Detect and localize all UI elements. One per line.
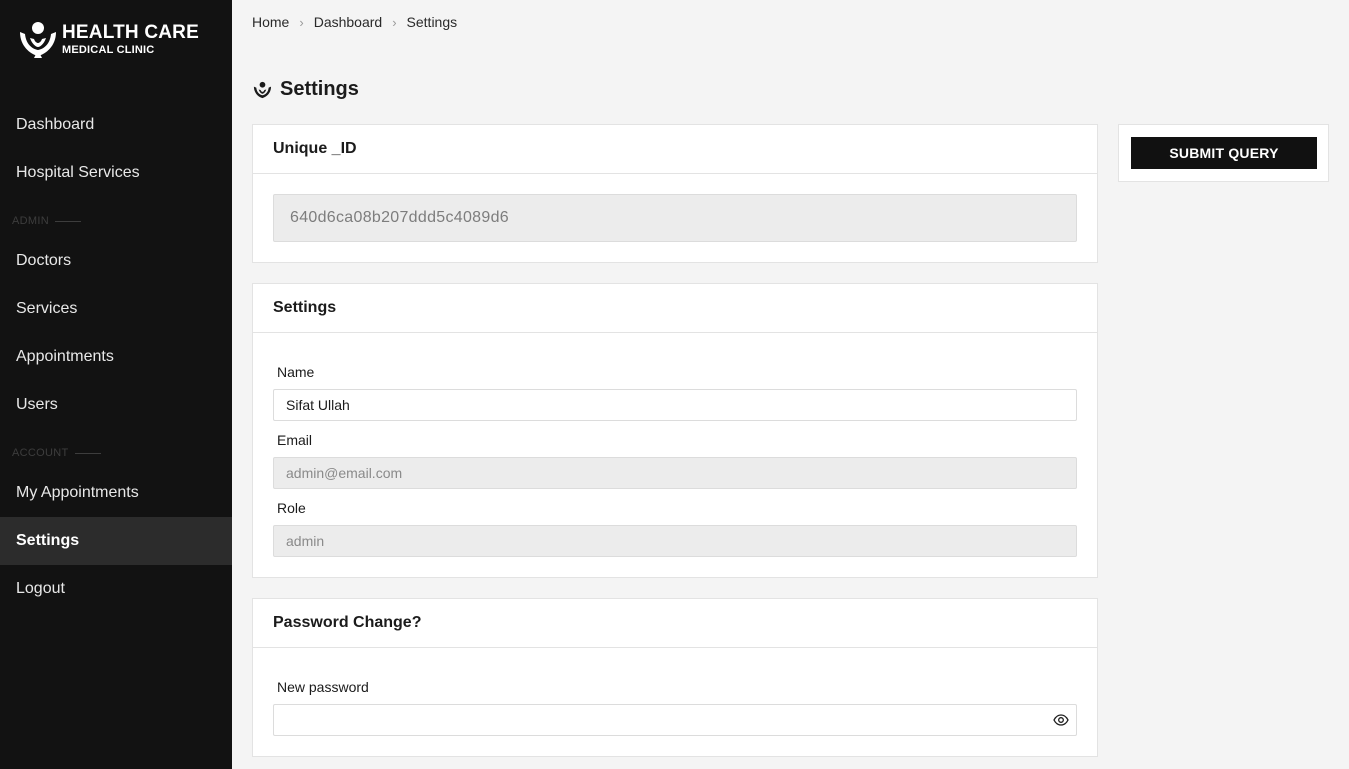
sidebar-item-label: Doctors bbox=[16, 252, 72, 269]
sidebar-item-label: Appointments bbox=[16, 348, 114, 365]
sidebar-item-label: Hospital Services bbox=[16, 164, 140, 181]
breadcrumb-home-link[interactable]: Home bbox=[252, 14, 289, 30]
breadcrumb: Home › Dashboard › Settings bbox=[252, 14, 457, 30]
sidebar-item-appointments[interactable]: Appointments bbox=[0, 333, 232, 381]
sidebar: HEALTH CARE MEDICAL CLINIC Dashboard Hos… bbox=[0, 0, 232, 769]
sidebar-item-label: Users bbox=[16, 396, 58, 413]
sidebar-item-label: My Appointments bbox=[16, 484, 139, 501]
caring-hands-logo-icon bbox=[20, 22, 56, 58]
new-password-wrapper bbox=[273, 704, 1077, 736]
new-password-input[interactable] bbox=[273, 704, 1077, 736]
unique-id-card: Unique _ID 640d6ca08b207ddd5c4089d6 bbox=[252, 124, 1098, 263]
breadcrumb-dashboard-link[interactable]: Dashboard bbox=[314, 14, 383, 30]
sidebar-section-account: ACCOUNT bbox=[12, 447, 101, 459]
settings-card-header: Settings bbox=[253, 284, 1097, 333]
name-label: Name bbox=[277, 364, 315, 380]
brand-subtitle: MEDICAL CLINIC bbox=[62, 43, 155, 56]
email-label: Email bbox=[277, 432, 313, 448]
sidebar-item-dashboard[interactable]: Dashboard bbox=[0, 101, 232, 149]
page-title: Settings bbox=[280, 78, 359, 100]
brand-logo-link[interactable]: HEALTH CARE MEDICAL CLINIC bbox=[16, 18, 199, 60]
unique-id-field: 640d6ca08b207ddd5c4089d6 bbox=[273, 194, 1077, 242]
sidebar-item-label: Dashboard bbox=[16, 116, 95, 133]
chevron-right-icon: › bbox=[299, 14, 304, 30]
unique-id-card-header: Unique _ID bbox=[253, 125, 1097, 174]
caring-hands-icon bbox=[253, 81, 272, 98]
password-change-card: Password Change? New password bbox=[252, 598, 1098, 757]
page-title-row: Settings bbox=[252, 78, 359, 101]
sidebar-item-users[interactable]: Users bbox=[0, 381, 232, 429]
sidebar-item-label: Settings bbox=[16, 532, 80, 549]
sidebar-item-label: Services bbox=[16, 300, 78, 317]
email-input bbox=[273, 457, 1077, 489]
sidebar-item-services[interactable]: Services bbox=[0, 285, 232, 333]
submit-query-button[interactable]: SUBMIT QUERY bbox=[1131, 137, 1317, 169]
sidebar-item-logout[interactable]: Logout bbox=[0, 565, 232, 613]
sidebar-item-label: Logout bbox=[16, 580, 65, 597]
settings-card: Settings Name Email Role bbox=[252, 283, 1098, 578]
role-input bbox=[273, 525, 1077, 557]
password-card-header: Password Change? bbox=[253, 599, 1097, 648]
name-input[interactable] bbox=[273, 389, 1077, 421]
new-password-label: New password bbox=[277, 679, 369, 695]
eye-icon[interactable] bbox=[1053, 712, 1069, 728]
chevron-right-icon: › bbox=[392, 14, 397, 30]
sidebar-item-doctors[interactable]: Doctors bbox=[0, 237, 232, 285]
role-label: Role bbox=[277, 500, 306, 516]
sidebar-item-hospital-services[interactable]: Hospital Services bbox=[0, 149, 232, 197]
submit-card: SUBMIT QUERY bbox=[1118, 124, 1329, 182]
brand-title: HEALTH CARE bbox=[62, 21, 199, 43]
sidebar-item-my-appointments[interactable]: My Appointments bbox=[0, 469, 232, 517]
breadcrumb-current: Settings bbox=[406, 14, 458, 30]
sidebar-section-admin: ADMIN bbox=[12, 215, 81, 227]
sidebar-item-settings[interactable]: Settings bbox=[0, 517, 232, 565]
